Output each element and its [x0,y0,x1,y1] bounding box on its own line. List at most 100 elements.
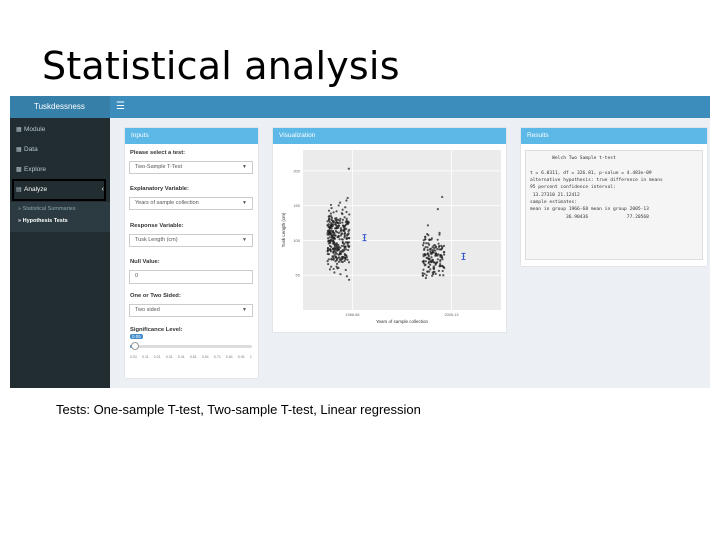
visualization-box: Visualization 50 100 150 200 1966-68 2005-13 Y… [273,128,506,332]
data-point [330,227,333,230]
significance-slider[interactable] [130,342,252,350]
data-point [423,272,426,275]
explanatory-select[interactable]: Years of sample collection ▼ [129,197,253,210]
data-point [331,255,334,258]
slider-tick-label: 0.41 [177,355,185,359]
sided-select-value: Two sided [135,307,160,313]
data-point [340,238,344,241]
data-point [344,245,347,248]
data-point [332,250,335,253]
y-tick-label: 200 [293,168,300,173]
data-point [425,274,428,277]
table-icon: ▦ [16,147,22,153]
sided-select[interactable]: Two sided ▼ [129,304,253,317]
data-point [341,232,344,235]
data-point [330,206,333,210]
inputs-header: Inputs [125,128,258,144]
mean-point [363,236,366,239]
x-tick-label: 2005-13 [445,313,459,317]
test-select-value: Two-Sample T-Test [135,164,182,170]
data-point [336,245,339,249]
data-point [335,242,338,245]
data-point [332,211,335,214]
data-point [424,235,427,239]
results-box: Results Welch Two Sample t-test t = 6.03… [521,128,707,266]
slider-value-badge: 0.05 [130,334,143,339]
scatter-plot: 50 100 150 200 1966-68 2005-13 Years of sample… [281,150,501,324]
sidebar-item-module[interactable]: ▦ Module [10,120,110,140]
data-point [345,237,348,241]
data-point [346,196,349,200]
x-tick-label: 1966-68 [346,313,360,317]
data-point [327,240,330,243]
slider-tick-label: 0.91 [237,355,245,359]
data-point [343,247,346,250]
mean-point [462,255,465,258]
data-point [438,231,441,234]
data-point [337,243,340,247]
data-point [337,260,341,263]
data-point [424,276,427,280]
data-point [330,215,333,218]
data-point [348,228,351,231]
data-point [326,250,329,253]
data-point [421,274,424,277]
data-point [330,229,333,232]
data-point [442,251,446,254]
data-point [335,218,338,222]
data-point [439,258,442,262]
data-point [428,238,431,241]
data-point [427,265,430,269]
data-point [327,258,330,261]
explanatory-select-value: Years of sample collection [135,200,199,206]
sidebar: ▦ Module ▦ Data ▩ Explore ▤ Analyze ‹ » Stat… [10,118,110,388]
data-point [344,241,347,244]
data-point [339,252,343,255]
data-point [442,274,445,277]
data-point [433,247,436,250]
data-point [345,255,348,259]
submenu-item-statistical-summaries[interactable]: » Statistical Summaries [18,206,75,212]
data-point [338,238,341,241]
data-point [335,216,338,220]
explanatory-label: Explanatory Variable: [130,186,189,192]
data-point [331,225,334,228]
data-point [333,271,336,274]
data-point [346,233,349,236]
data-point [426,270,429,273]
slide-title: Statistical analysis [42,44,400,88]
data-point [347,278,351,281]
y-tick-label: 100 [293,238,300,243]
data-point [334,227,338,230]
data-point [339,273,342,276]
data-point [326,246,330,250]
data-point [432,267,435,271]
data-point [332,237,335,240]
data-point [345,210,348,214]
data-point [332,223,335,226]
sidebar-item-data[interactable]: ▦ Data [10,140,110,160]
inputs-box: Inputs Please select a test: Two-Sample … [125,128,258,378]
submenu-item-hypothesis-tests[interactable]: » Hypothesis Tests [18,218,68,224]
data-point [330,236,333,239]
data-point [340,250,343,253]
null-value-input[interactable]: 0 [129,270,253,284]
data-point [438,244,441,248]
slider-tick-label: 0.21 [153,355,161,359]
slider-handle[interactable] [130,342,139,350]
app-brand[interactable]: Tuskdessness [10,96,110,118]
data-point [434,252,438,255]
data-point [440,248,443,251]
data-point [347,220,350,223]
slider-tick-label: 0.01 [130,355,137,359]
hamburger-icon[interactable]: ☰ [116,96,125,118]
response-select[interactable]: Tusk Length (cm) ▼ [129,234,253,247]
sidebar-item-explore[interactable]: ▩ Explore [10,160,110,180]
data-point [426,224,430,227]
data-point [347,167,350,170]
data-point [344,206,347,209]
data-point [345,275,348,278]
test-select[interactable]: Two-Sample T-Test ▼ [129,161,253,174]
data-point [436,208,439,211]
analyze-submenu: » Statistical Summaries » Hypothesis Tes… [10,202,110,232]
